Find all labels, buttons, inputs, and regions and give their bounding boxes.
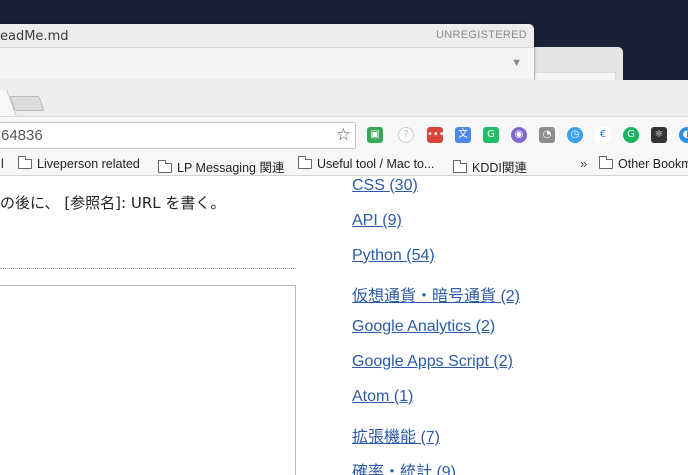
bookmark-folder-kddi[interactable]: KDDI関連 (453, 157, 527, 176)
editor-toolbar: ▼ (0, 47, 534, 79)
grammar-check-icon[interactable]: G (623, 127, 639, 143)
grammarly-icon[interactable]: G (483, 127, 499, 143)
editor-title: eadMe.md (0, 29, 69, 44)
category-link[interactable]: Google Apps Script (2) (352, 353, 513, 371)
code-block (0, 285, 296, 475)
more-icon[interactable]: ••• (427, 127, 445, 143)
bookmark-folder-liveperson[interactable]: Liveperson related (18, 156, 140, 171)
divider (0, 268, 296, 269)
help-icon[interactable]: ? (398, 127, 414, 143)
globe-icon[interactable]: ◉ (511, 127, 527, 143)
address-bar-url: 64836 (1, 127, 43, 144)
category-link[interactable]: Python (54) (352, 247, 435, 265)
folder-icon (18, 156, 32, 169)
category-link[interactable]: 確率・統計 (9) (352, 458, 456, 475)
category-link[interactable]: 仮想通貨・暗号通貨 (2) (352, 282, 520, 306)
category-link[interactable]: Atom (1) (352, 388, 413, 406)
article-paragraph: の後に、 [参照名]: URL を書く。 (0, 194, 226, 212)
bookmark-folder-useful-tool[interactable]: Useful tool / Mac to... (298, 156, 434, 171)
folder-icon (298, 156, 312, 169)
bookmarks-bar: l Liveperson related LP Messaging 関連 Use… (0, 154, 688, 176)
category-link[interactable]: 拡張機能 (7) (352, 423, 440, 447)
unregistered-label: UNREGISTERED (436, 29, 527, 41)
dropdown-arrow-icon[interactable]: ▼ (511, 57, 522, 69)
browser-toolbar: 64836 ☆ ▣ ? ••• 文 G ◉ ◔ ◷ € G ⚛ ◐ (0, 116, 688, 154)
tab-strip (0, 80, 688, 116)
bookmark-star-icon[interactable]: ☆ (336, 125, 351, 145)
clock-icon[interactable]: ◷ (567, 127, 583, 143)
category-link[interactable]: Google Analytics (2) (352, 318, 495, 336)
bookmarks-overflow-icon[interactable]: » (580, 156, 587, 171)
atom-icon[interactable]: ⚛ (651, 127, 667, 143)
chat-icon[interactable]: ◐ (679, 127, 688, 143)
bookmark-folder-other[interactable]: Other Bookm (599, 156, 688, 171)
folder-icon (158, 160, 172, 173)
folder-icon (599, 156, 613, 169)
page-content: の後に、 [参照名]: URL を書く。 CSS (30) API (9) Py… (0, 177, 688, 475)
bookmark-folder-lp-messaging[interactable]: LP Messaging 関連 (158, 157, 284, 176)
extension-green-icon[interactable]: ▣ (367, 127, 383, 143)
category-link[interactable]: API (9) (352, 212, 402, 230)
screenshot-icon[interactable]: ◔ (539, 127, 555, 143)
folder-icon (453, 160, 467, 173)
address-bar[interactable]: 64836 ☆ (0, 122, 356, 149)
category-link[interactable]: CSS (30) (352, 177, 418, 195)
browser-window: 64836 ☆ ▣ ? ••• 文 G ◉ ◔ ◷ € G ⚛ ◐ l Live… (0, 80, 688, 475)
euro-icon[interactable]: € (595, 127, 611, 143)
new-tab-button[interactable] (9, 96, 45, 111)
bookmark-item[interactable]: l (1, 157, 4, 171)
translate-icon[interactable]: 文 (455, 127, 471, 143)
editor-window[interactable]: eadMe.md UNREGISTERED ▼ (0, 24, 534, 84)
